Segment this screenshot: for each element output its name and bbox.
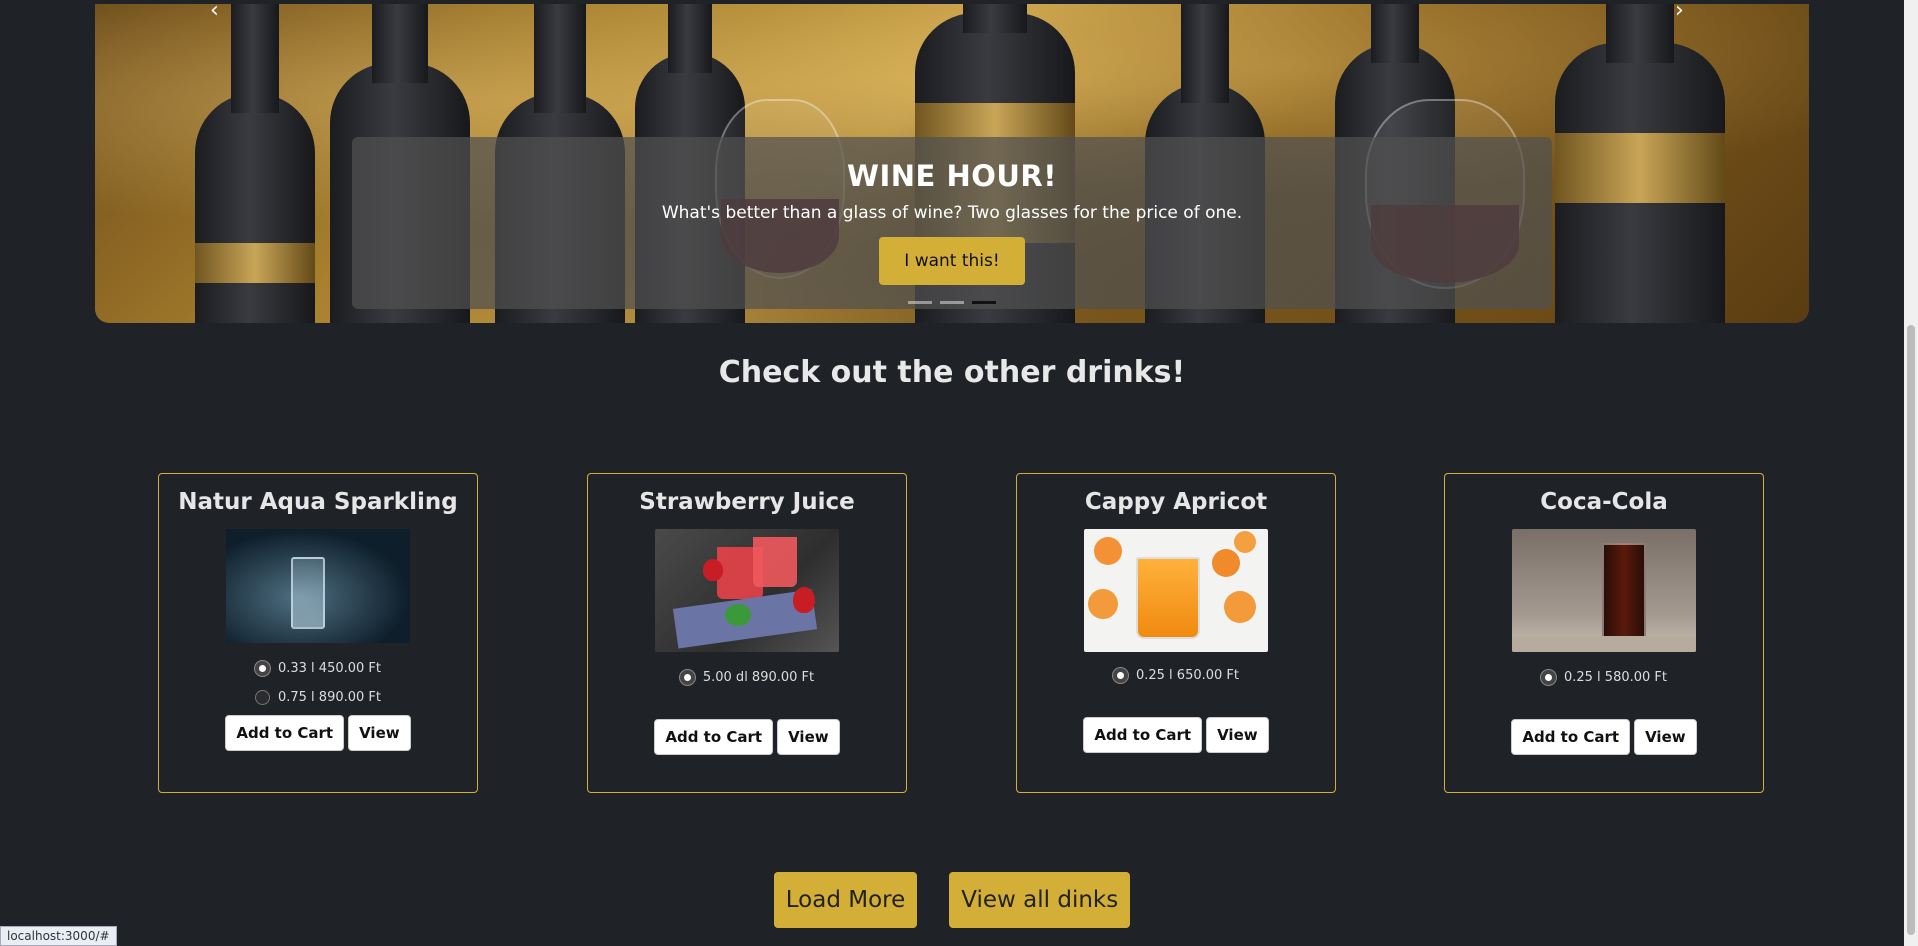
radio-button[interactable]	[1540, 670, 1556, 685]
view-button[interactable]: View	[348, 715, 411, 751]
radio-button[interactable]	[254, 661, 270, 676]
bottle-image	[1555, 43, 1725, 323]
carousel-title: WINE HOUR!	[847, 159, 1057, 193]
footer-actions: Load More View all dinks	[0, 872, 1904, 928]
carousel-caption: WINE HOUR! What's better than a glass of…	[352, 137, 1552, 309]
product-name: Natur Aqua Sparkling	[178, 489, 458, 515]
add-to-cart-button[interactable]: Add to Cart	[225, 715, 345, 751]
option-label: 0.75 l 890.00 Ft	[277, 690, 382, 705]
scrollbar-thumb[interactable]	[1907, 325, 1915, 935]
size-option[interactable]: 0.25 l 580.00 Ft	[1445, 670, 1763, 685]
product-image	[655, 529, 839, 652]
view-button[interactable]: View	[1206, 717, 1269, 753]
view-all-drinks-button[interactable]: View all dinks	[949, 872, 1131, 928]
carousel-indicator[interactable]	[972, 301, 996, 304]
view-button[interactable]: View	[777, 719, 840, 755]
size-option[interactable]: 0.25 l 650.00 Ft	[1017, 668, 1335, 683]
product-card: Natur Aqua Sparkling 0.33 l 450.00 Ft 0.…	[158, 473, 478, 793]
i-want-this-button[interactable]: I want this!	[879, 237, 1025, 285]
section-title: Check out the other drinks!	[718, 355, 1186, 390]
vertical-scrollbar[interactable]	[1904, 0, 1918, 946]
chevron-right-icon[interactable]: ›	[1675, 4, 1684, 23]
load-more-button[interactable]: Load More	[773, 872, 918, 928]
carousel-indicators	[352, 301, 1552, 304]
product-name: Strawberry Juice	[639, 489, 855, 515]
size-option[interactable]: 5.00 dl 890.00 Ft	[588, 670, 906, 685]
hero-carousel: ‹ › WINE HOUR! What's better than a glas…	[95, 4, 1809, 323]
add-to-cart-button[interactable]: Add to Cart	[1083, 717, 1203, 753]
product-card: Coca-Cola 0.25 l 580.00 Ft Add to Cart V…	[1444, 473, 1764, 793]
product-card: Cappy Apricot 0.25 l 650.00 Ft Add to Ca…	[1016, 473, 1336, 793]
carousel-indicator[interactable]	[908, 301, 932, 304]
add-to-cart-button[interactable]: Add to Cart	[654, 719, 774, 755]
product-image	[1512, 529, 1696, 652]
view-button[interactable]: View	[1634, 719, 1697, 755]
radio-button[interactable]	[679, 670, 695, 685]
radio-button[interactable]	[1112, 668, 1128, 683]
product-name: Coca-Cola	[1540, 489, 1668, 515]
chevron-left-icon[interactable]: ‹	[210, 4, 219, 23]
size-option[interactable]: 0.75 l 890.00 Ft	[159, 690, 477, 705]
carousel-text: What's better than a glass of wine? Two …	[661, 203, 1243, 223]
carousel-indicator[interactable]	[940, 301, 964, 304]
bottle-image	[195, 93, 315, 323]
option-label: 0.33 l 450.00 Ft	[277, 661, 382, 676]
product-image	[1084, 529, 1268, 652]
size-option[interactable]: 0.33 l 450.00 Ft	[159, 661, 477, 676]
radio-button[interactable]	[254, 690, 270, 705]
product-image	[226, 529, 410, 643]
option-label: 0.25 l 580.00 Ft	[1563, 670, 1668, 685]
product-name: Cappy Apricot	[1084, 489, 1268, 515]
add-to-cart-button[interactable]: Add to Cart	[1511, 719, 1631, 755]
option-label: 0.25 l 650.00 Ft	[1135, 668, 1240, 683]
status-bar-url: localhost:3000/#	[0, 926, 117, 946]
option-label: 5.00 dl 890.00 Ft	[702, 670, 815, 685]
product-card: Strawberry Juice 5.00 dl 890.00 Ft Add t…	[587, 473, 907, 793]
